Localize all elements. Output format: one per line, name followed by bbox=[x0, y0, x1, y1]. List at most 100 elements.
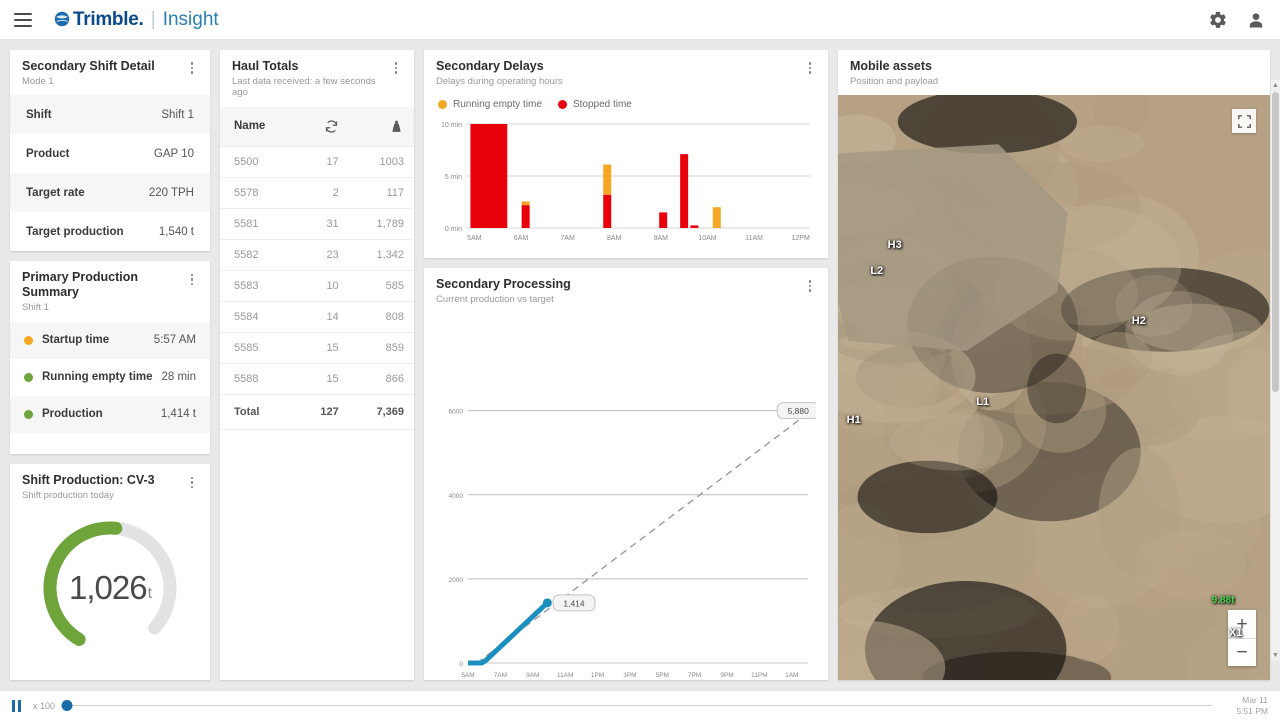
bar-running-empty-time[interactable] bbox=[603, 164, 612, 196]
brand-logo[interactable]: Trimble . | Insight bbox=[54, 9, 219, 31]
bar-stopped-time[interactable] bbox=[680, 154, 689, 229]
summary-label: Startup time bbox=[42, 334, 110, 347]
timeline-timestamp: Mar 11 5:51 PM bbox=[1224, 695, 1268, 716]
y-tick-label: 2000 bbox=[449, 577, 464, 584]
fullscreen-button[interactable] bbox=[1232, 109, 1256, 134]
column-header-cycles[interactable] bbox=[296, 106, 349, 147]
timeline-handle[interactable] bbox=[61, 700, 73, 711]
cell-name: 5585 bbox=[220, 332, 296, 364]
delays-legend: Running empty time Stopped time bbox=[424, 95, 828, 116]
asset-label-x1[interactable]: X1 bbox=[1229, 627, 1242, 639]
table-row[interactable]: 5588 15 866 bbox=[220, 363, 414, 395]
detail-value: 220 TPH bbox=[148, 186, 194, 199]
card-menu-icon[interactable] bbox=[390, 60, 402, 76]
card-mobile-assets: Mobile assets Position and payload + − H… bbox=[838, 50, 1270, 680]
cell-weight: 585 bbox=[348, 270, 414, 302]
bar-running-empty-time[interactable] bbox=[521, 201, 530, 206]
scroll-down-icon[interactable]: ▼ bbox=[1271, 650, 1280, 660]
scroll-up-icon[interactable]: ▲ bbox=[1271, 80, 1280, 90]
card-header: Primary Production Summary Shift 1 bbox=[10, 261, 210, 322]
x-tick-label: 12PM bbox=[792, 235, 810, 242]
card-header: Secondary Processing Current production … bbox=[424, 268, 828, 314]
column-header-weight[interactable] bbox=[348, 106, 414, 147]
user-icon[interactable] bbox=[1246, 10, 1266, 30]
card-menu-icon[interactable] bbox=[186, 60, 198, 76]
bar-running-empty-time[interactable] bbox=[712, 207, 721, 229]
svg-text:1,414: 1,414 bbox=[563, 599, 585, 609]
gauge-value: 1,026 bbox=[68, 568, 148, 606]
card-header: Shift Production: CV-3 Shift production … bbox=[10, 464, 210, 510]
table-row[interactable]: 5500 17 1003 bbox=[220, 146, 414, 178]
cell-cycles: 2 bbox=[296, 177, 349, 209]
dashboard-app: Trimble . | Insight Secondary Shift Deta… bbox=[0, 0, 1280, 720]
y-tick-label: 0 bbox=[459, 661, 463, 668]
cell-name: 5584 bbox=[220, 301, 296, 333]
summary-row: Startup time 5:57 AM bbox=[10, 321, 210, 359]
terrain-patch bbox=[1134, 531, 1246, 598]
y-tick-label: 0 min bbox=[445, 226, 462, 233]
brand-dot: . bbox=[138, 8, 144, 30]
card-subtitle: Current production vs target bbox=[436, 294, 554, 305]
processing-plot-area: 0 2000 4000 6000 5AM 7AM 9AM 11AM 1PM 3PM 5PM 7PM 9P… bbox=[424, 313, 828, 680]
bar-stopped-time[interactable] bbox=[690, 225, 699, 229]
bar-stopped-time[interactable] bbox=[521, 205, 530, 229]
hamburger-icon[interactable] bbox=[14, 12, 32, 27]
legend-swatch-stopped bbox=[557, 100, 567, 110]
cell-cycles: 15 bbox=[296, 332, 349, 364]
column-header-name[interactable]: Name bbox=[220, 106, 296, 147]
pause-icon[interactable] bbox=[12, 699, 21, 712]
actual-end-point[interactable] bbox=[542, 598, 552, 608]
asset-label-h3[interactable]: H3 bbox=[888, 239, 902, 251]
svg-text:5,880: 5,880 bbox=[788, 407, 810, 417]
bar-stopped-time[interactable] bbox=[499, 124, 508, 229]
zoom-out-button[interactable]: − bbox=[1228, 638, 1256, 666]
cycles-icon bbox=[325, 120, 337, 133]
summary-value: 1,414 t bbox=[160, 408, 196, 421]
asset-label-l1[interactable]: L1 bbox=[976, 396, 989, 408]
gauge-container: 1,026 t bbox=[10, 510, 210, 680]
summary-row: Production 1,414 t bbox=[10, 395, 210, 433]
table-row[interactable]: 5578 2 117 bbox=[220, 177, 414, 209]
x-tick-label: 11PM bbox=[751, 672, 768, 679]
table-row[interactable]: 5582 23 1,342 bbox=[220, 239, 414, 271]
dashboard-board: Secondary Shift Detail Mode 1 Shift Shif… bbox=[0, 40, 1280, 690]
y-tick-label: 10 min bbox=[441, 122, 462, 129]
asset-label-h1[interactable]: H1 bbox=[847, 414, 861, 426]
table-row[interactable]: 5583 10 585 bbox=[220, 270, 414, 302]
asset-label-h2[interactable]: H2 bbox=[1132, 315, 1146, 327]
cell-cycles: 14 bbox=[296, 301, 349, 333]
trimble-globe-icon bbox=[54, 11, 70, 26]
x-tick-label: 7PM bbox=[688, 672, 701, 679]
gauge-unit: t bbox=[147, 584, 153, 602]
page-scrollbar[interactable]: ▲ ▼ bbox=[1271, 80, 1280, 660]
bar-stopped-time[interactable] bbox=[603, 195, 612, 229]
card-secondary-shift-detail: Secondary Shift Detail Mode 1 Shift Shif… bbox=[10, 50, 210, 252]
card-menu-icon[interactable] bbox=[804, 60, 816, 76]
cell-weight: 866 bbox=[348, 363, 414, 395]
column-charts: Secondary Delays Delays during operating… bbox=[424, 50, 828, 680]
table-row[interactable]: 5585 15 859 bbox=[220, 332, 414, 364]
card-menu-icon[interactable] bbox=[186, 474, 198, 490]
scrollbar-thumb[interactable] bbox=[1272, 92, 1279, 392]
timeline-slider[interactable] bbox=[61, 700, 1212, 712]
gear-icon[interactable] bbox=[1208, 10, 1228, 30]
card-menu-icon[interactable] bbox=[804, 278, 816, 294]
detail-label: Target production bbox=[26, 225, 124, 238]
table-row[interactable]: 5581 31 1,789 bbox=[220, 208, 414, 240]
card-header: Mobile assets Position and payload bbox=[838, 50, 1270, 96]
x-tick-label: 6AM bbox=[514, 235, 529, 242]
card-menu-icon[interactable] bbox=[186, 271, 198, 287]
cell-cycles: 15 bbox=[296, 363, 349, 395]
cell-total-cycles: 127 bbox=[296, 394, 349, 430]
bar-stopped-time[interactable] bbox=[659, 212, 668, 229]
detail-label: Product bbox=[26, 147, 70, 160]
x-tick-label: 1PM bbox=[591, 672, 604, 679]
card-title: Secondary Delays bbox=[436, 59, 544, 73]
cell-name: 5582 bbox=[220, 239, 296, 271]
table-row[interactable]: 5584 14 808 bbox=[220, 301, 414, 333]
status-dot-startup bbox=[24, 335, 33, 345]
playback-speed[interactable]: x 100 bbox=[33, 701, 55, 711]
card-title: Shift Production: CV-3 bbox=[22, 473, 155, 488]
asset-label-l2[interactable]: L2 bbox=[870, 265, 883, 277]
satellite-map[interactable]: + − H3 L2 H2 L1 H1 X1 9.88t bbox=[838, 95, 1270, 680]
